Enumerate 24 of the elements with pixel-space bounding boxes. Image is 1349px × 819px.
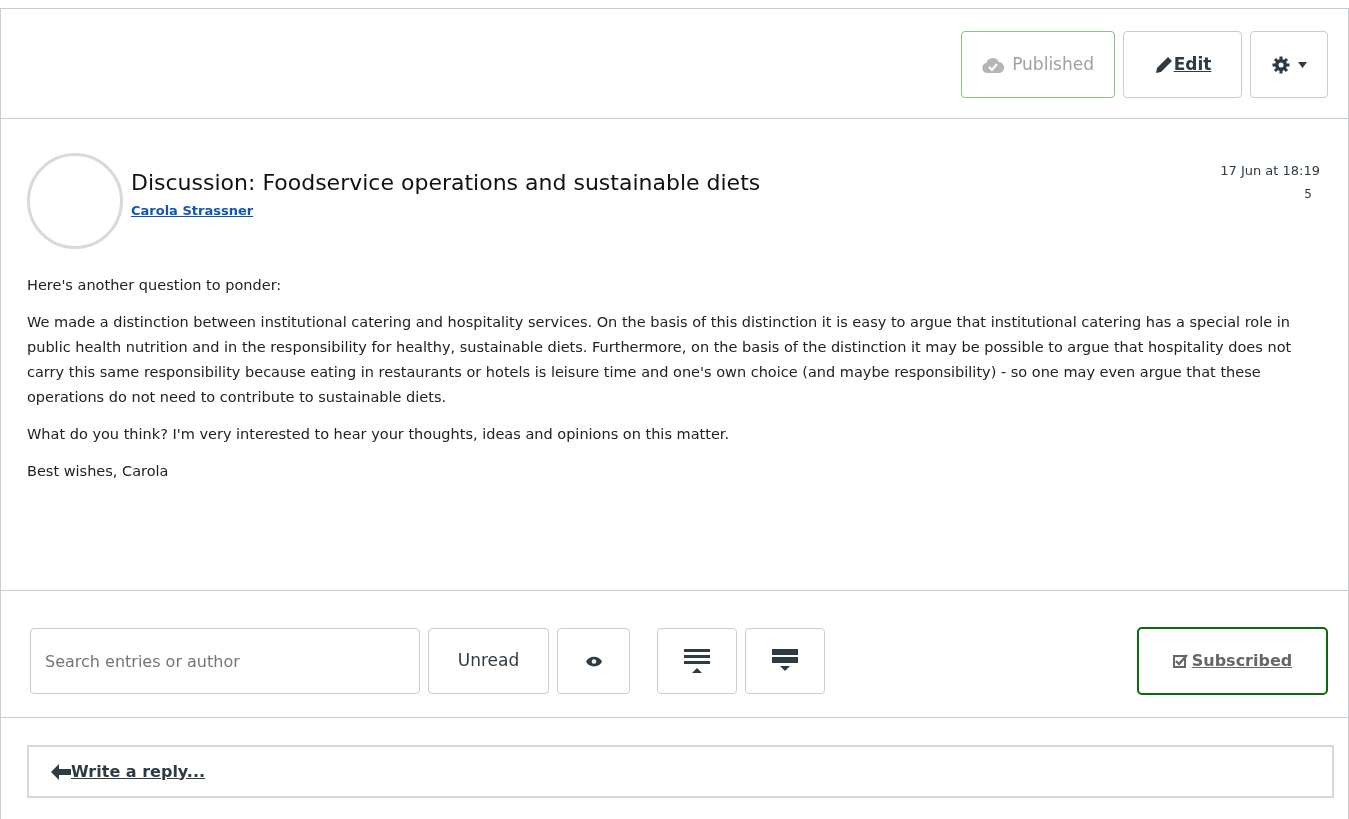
body-paragraph: What do you think? I'm very interested to hear your thoughts, ideas and opinions on this matter.	[27, 424, 731, 444]
arrow-left-icon	[51, 763, 71, 780]
pencil-icon	[1153, 54, 1174, 75]
expand-icon	[772, 649, 798, 673]
body-paragraph: We made a distinction between institutional catering and hospitality services. On the basis of this distinction it is easy to argue that institutional catering has a special role in public health nutrition and in the responsibility for healthy, sustainable diets. Furthermore, on the basis of the distinction it may be possible to argue that hospitality does not carry this same responsibility because eating in restaurants or hotels is leisure time and one's own choice (and maybe responsibility) - so one may even argue that these operations do not need to contribute to sustainable diets.	[27, 312, 1293, 407]
topic-title: Discussion: Foodservice operations and sustainable diets	[131, 169, 762, 197]
edit-button[interactable]: Edit	[1123, 31, 1242, 98]
collapse-icon	[684, 649, 710, 673]
caret-icon	[1297, 61, 1307, 68]
expand-button[interactable]	[745, 628, 825, 694]
write-reply-link[interactable]: Write a reply...	[51, 759, 206, 784]
cloud-check-icon	[982, 55, 1005, 74]
body-paragraph: Here's another question to ponder:	[27, 276, 283, 295]
reply-count: 5	[1303, 185, 1313, 203]
checkbox-icon	[1172, 654, 1188, 668]
unread-button[interactable]: Unread	[428, 628, 549, 694]
author-link[interactable]: Carola Strassner	[131, 202, 254, 218]
eye-icon	[585, 655, 602, 667]
collapse-button[interactable]	[657, 628, 737, 694]
search-field[interactable]: Search entries or author	[30, 628, 420, 694]
subscribed-button[interactable]: Subscribed	[1137, 627, 1328, 695]
body-paragraph: Best wishes, Carola	[27, 461, 170, 481]
post-date: 17 Jun at 18:19	[1220, 162, 1320, 180]
settings-button[interactable]	[1250, 31, 1328, 98]
